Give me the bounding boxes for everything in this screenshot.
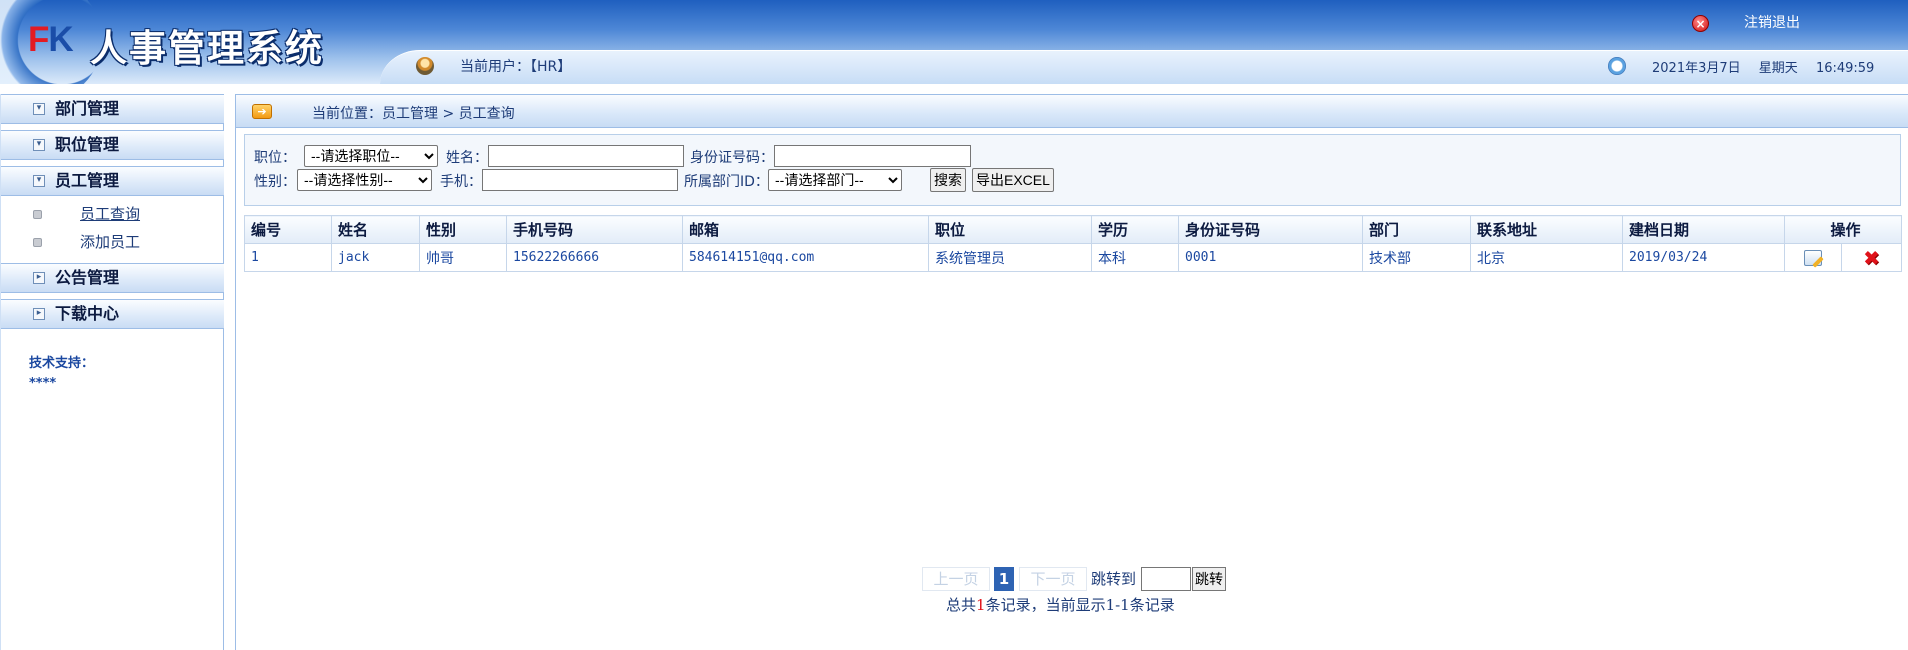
- column-header-gender: 性别: [419, 215, 507, 244]
- export-excel-button[interactable]: 导出EXCEL: [972, 168, 1054, 192]
- current-page-indicator[interactable]: 1: [994, 567, 1014, 591]
- column-header-education: 学历: [1091, 215, 1179, 244]
- search-form: 职位： --请选择职位-- 姓名： 身份证号码： 性别： --请选择性别-- 手…: [244, 134, 1901, 206]
- sidebar-item-add-employee[interactable]: 添加员工: [1, 229, 224, 255]
- jump-button[interactable]: 跳转: [1192, 567, 1226, 591]
- current-user-label: 当前用户：【HR】: [460, 59, 572, 75]
- prev-page-button[interactable]: 上一页: [922, 567, 990, 591]
- delete-x-icon[interactable]: ✖: [1863, 248, 1880, 268]
- main-content: ➔ 当前位置：员工管理 > 员工查询 职位： --请选择职位-- 姓名： 身份证…: [235, 94, 1908, 650]
- record-summary: 总共1条记录，当前显示1-1条记录: [946, 594, 1175, 615]
- cell-phone: 15622266666: [506, 243, 683, 272]
- column-header-idcard: 身份证号码: [1178, 215, 1363, 244]
- logo-mark: FK: [28, 20, 74, 60]
- cell-address: 北京: [1470, 243, 1623, 272]
- dept-select[interactable]: --请选择部门--: [768, 169, 902, 191]
- column-header-id: 编号: [244, 215, 332, 244]
- column-header-name: 姓名: [331, 215, 420, 244]
- edit-icon[interactable]: [1804, 249, 1822, 266]
- column-header-address: 联系地址: [1470, 215, 1623, 244]
- sidebar-menu-label: 部门管理: [55, 99, 120, 118]
- tech-support: 技术支持： ****: [29, 354, 94, 394]
- time-text: 16:49:59: [1815, 61, 1875, 76]
- user-icon: [416, 57, 434, 75]
- cell-id: 1: [244, 243, 332, 272]
- logo-letter-f: F: [28, 20, 49, 59]
- logout-link[interactable]: 注销退出: [1744, 12, 1800, 32]
- pagination: 上一页 1 下一页 跳转到 跳转 总共1条记录，当前显示1-1条记录: [236, 567, 1908, 627]
- column-header-email: 邮箱: [682, 215, 929, 244]
- employee-table: 编号 姓名 性别 手机号码 邮箱 职位 学历 身份证号码 部门 联系地址 建档日…: [244, 215, 1903, 272]
- cell-education: 本科: [1091, 243, 1179, 272]
- sidebar-menu-label: 下载中心: [55, 304, 120, 323]
- cell-idcard: 0001: [1178, 243, 1363, 272]
- expand-toggle-icon: ▸: [33, 308, 45, 320]
- breadcrumb-bar: ➔ 当前位置：员工管理 > 员工查询: [236, 94, 1908, 128]
- position-select[interactable]: --请选择职位--: [304, 145, 438, 167]
- jump-to-label: 跳转到: [1091, 570, 1137, 588]
- sidebar-menu-label: 职位管理: [55, 135, 120, 154]
- cell-edit: [1784, 243, 1842, 272]
- total-count: 1: [976, 596, 986, 614]
- dept-label: 所属部门ID：: [684, 174, 769, 190]
- datetime-display: 2021年3月7日 星期天 16:49:59: [1652, 57, 1888, 76]
- tech-support-label: 技术支持：: [29, 356, 95, 371]
- expand-toggle-icon: ▸: [33, 272, 45, 284]
- logo-letter-k: K: [48, 20, 73, 59]
- sidebar-menu-department[interactable]: ▾ 部门管理: [1, 94, 224, 124]
- sidebar-menu-label: 公告管理: [55, 268, 120, 287]
- gender-label: 性别：: [254, 174, 296, 190]
- phone-input[interactable]: [482, 169, 678, 191]
- sidebar-menu-notice[interactable]: ▸ 公告管理: [1, 263, 224, 293]
- jump-page-input[interactable]: [1141, 567, 1191, 591]
- arrow-right-icon: ➔: [252, 104, 272, 119]
- weekday-text: 星期天: [1758, 61, 1798, 76]
- sidebar-item-label: 添加员工: [80, 233, 141, 251]
- search-button[interactable]: 搜索: [930, 168, 966, 192]
- close-circle-icon[interactable]: ×: [1692, 15, 1709, 32]
- column-header-actions: 操作: [1783, 215, 1903, 244]
- collapse-toggle-icon: ▾: [33, 139, 45, 151]
- column-header-created: 建档日期: [1622, 215, 1785, 244]
- sidebar-menu-position[interactable]: ▾ 职位管理: [1, 130, 224, 160]
- table-header-row: 编号 姓名 性别 手机号码 邮箱 职位 学历 身份证号码 部门 联系地址 建档日…: [244, 215, 1903, 244]
- cell-delete: ✖: [1840, 243, 1903, 272]
- column-header-department: 部门: [1362, 215, 1471, 244]
- clock-icon: [1608, 57, 1626, 75]
- column-header-position: 职位: [928, 215, 1092, 244]
- sidebar-menu-employee[interactable]: ▾ 员工管理: [1, 166, 224, 196]
- sidebar: ▾ 部门管理 ▾ 职位管理 ▾ 员工管理 员工查询 添加员工 ▸ 公告管理 ▸ …: [0, 94, 224, 650]
- sidebar-item-employee-query[interactable]: 员工查询: [1, 201, 224, 227]
- bullet-icon: [33, 238, 42, 247]
- cell-position: 系统管理员: [928, 243, 1092, 272]
- idcard-label: 身份证号码：: [690, 150, 774, 166]
- idcard-input[interactable]: [774, 145, 971, 167]
- system-title: 人事管理系统: [90, 26, 324, 70]
- sidebar-menu-download[interactable]: ▸ 下载中心: [1, 299, 224, 329]
- position-label: 职位：: [254, 150, 296, 166]
- phone-label: 手机：: [440, 174, 482, 190]
- summary-prefix: 总共: [946, 596, 977, 614]
- name-label: 姓名：: [446, 150, 488, 166]
- date-text: 2021年3月7日: [1652, 61, 1741, 76]
- cell-created: 2019/03/24: [1622, 243, 1785, 272]
- breadcrumb: 当前位置：员工管理 > 员工查询: [312, 106, 515, 122]
- tech-support-value: ****: [29, 376, 57, 391]
- column-header-phone: 手机号码: [506, 215, 683, 244]
- summary-suffix: 条记录，当前显示1-1条记录: [985, 596, 1175, 614]
- collapse-toggle-icon: ▾: [33, 175, 45, 187]
- sidebar-item-label: 员工查询: [80, 205, 141, 223]
- collapse-toggle-icon: ▾: [33, 103, 45, 115]
- cell-department: 技术部: [1362, 243, 1471, 272]
- cell-email: 584614151@qq.com: [682, 243, 929, 272]
- cell-gender: 帅哥: [419, 243, 507, 272]
- name-input[interactable]: [488, 145, 684, 167]
- sidebar-menu-label: 员工管理: [55, 171, 120, 190]
- gender-select[interactable]: --请选择性别--: [297, 169, 432, 191]
- cell-name: jack: [331, 243, 420, 272]
- bullet-icon: [33, 210, 42, 219]
- next-page-button[interactable]: 下一页: [1019, 567, 1087, 591]
- header-banner: FK 人事管理系统 × 注销退出 当前用户：【HR】 2021年3月7日 星期天…: [0, 0, 1908, 84]
- table-row: 1 jack 帅哥 15622266666 584614151@qq.com 系…: [244, 243, 1903, 272]
